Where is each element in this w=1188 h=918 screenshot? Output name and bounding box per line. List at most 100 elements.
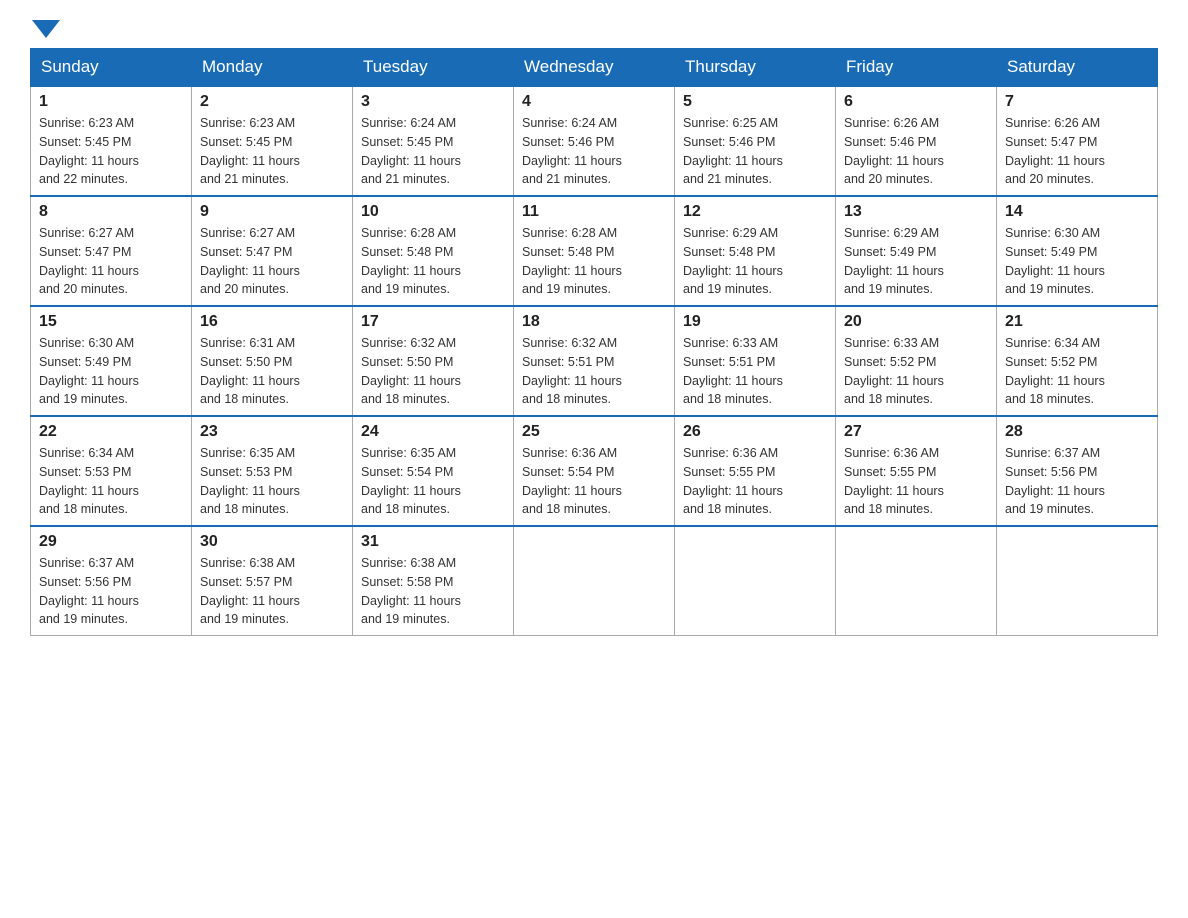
week-row-5: 29 Sunrise: 6:37 AMSunset: 5:56 PMDaylig… (31, 526, 1158, 636)
calendar-cell: 11 Sunrise: 6:28 AMSunset: 5:48 PMDaylig… (514, 196, 675, 306)
day-info: Sunrise: 6:36 AMSunset: 5:55 PMDaylight:… (844, 446, 944, 516)
day-info: Sunrise: 6:23 AMSunset: 5:45 PMDaylight:… (39, 116, 139, 186)
calendar-cell: 8 Sunrise: 6:27 AMSunset: 5:47 PMDayligh… (31, 196, 192, 306)
day-info: Sunrise: 6:27 AMSunset: 5:47 PMDaylight:… (200, 226, 300, 296)
logo (30, 20, 62, 38)
day-info: Sunrise: 6:37 AMSunset: 5:56 PMDaylight:… (1005, 446, 1105, 516)
day-number: 3 (361, 93, 505, 111)
day-number: 15 (39, 313, 183, 331)
calendar-cell: 28 Sunrise: 6:37 AMSunset: 5:56 PMDaylig… (997, 416, 1158, 526)
day-info: Sunrise: 6:32 AMSunset: 5:51 PMDaylight:… (522, 336, 622, 406)
day-info: Sunrise: 6:30 AMSunset: 5:49 PMDaylight:… (1005, 226, 1105, 296)
week-row-2: 8 Sunrise: 6:27 AMSunset: 5:47 PMDayligh… (31, 196, 1158, 306)
day-number: 4 (522, 93, 666, 111)
day-number: 7 (1005, 93, 1149, 111)
weekday-header-thursday: Thursday (675, 49, 836, 87)
calendar-cell: 29 Sunrise: 6:37 AMSunset: 5:56 PMDaylig… (31, 526, 192, 636)
day-info: Sunrise: 6:26 AMSunset: 5:46 PMDaylight:… (844, 116, 944, 186)
day-info: Sunrise: 6:30 AMSunset: 5:49 PMDaylight:… (39, 336, 139, 406)
day-info: Sunrise: 6:34 AMSunset: 5:53 PMDaylight:… (39, 446, 139, 516)
calendar-cell: 21 Sunrise: 6:34 AMSunset: 5:52 PMDaylig… (997, 306, 1158, 416)
day-info: Sunrise: 6:35 AMSunset: 5:53 PMDaylight:… (200, 446, 300, 516)
day-number: 22 (39, 423, 183, 441)
day-number: 27 (844, 423, 988, 441)
day-number: 16 (200, 313, 344, 331)
day-info: Sunrise: 6:38 AMSunset: 5:58 PMDaylight:… (361, 556, 461, 626)
day-number: 13 (844, 203, 988, 221)
day-number: 20 (844, 313, 988, 331)
day-info: Sunrise: 6:29 AMSunset: 5:49 PMDaylight:… (844, 226, 944, 296)
week-row-4: 22 Sunrise: 6:34 AMSunset: 5:53 PMDaylig… (31, 416, 1158, 526)
calendar-body: 1 Sunrise: 6:23 AMSunset: 5:45 PMDayligh… (31, 86, 1158, 636)
day-info: Sunrise: 6:28 AMSunset: 5:48 PMDaylight:… (361, 226, 461, 296)
weekday-header-row: SundayMondayTuesdayWednesdayThursdayFrid… (31, 49, 1158, 87)
day-number: 12 (683, 203, 827, 221)
calendar-table: SundayMondayTuesdayWednesdayThursdayFrid… (30, 48, 1158, 636)
day-info: Sunrise: 6:29 AMSunset: 5:48 PMDaylight:… (683, 226, 783, 296)
weekday-header-tuesday: Tuesday (353, 49, 514, 87)
calendar-cell: 3 Sunrise: 6:24 AMSunset: 5:45 PMDayligh… (353, 86, 514, 196)
day-info: Sunrise: 6:38 AMSunset: 5:57 PMDaylight:… (200, 556, 300, 626)
day-info: Sunrise: 6:24 AMSunset: 5:45 PMDaylight:… (361, 116, 461, 186)
week-row-1: 1 Sunrise: 6:23 AMSunset: 5:45 PMDayligh… (31, 86, 1158, 196)
logo-triangle-icon (32, 20, 60, 38)
day-number: 6 (844, 93, 988, 111)
day-info: Sunrise: 6:33 AMSunset: 5:52 PMDaylight:… (844, 336, 944, 406)
calendar-cell: 2 Sunrise: 6:23 AMSunset: 5:45 PMDayligh… (192, 86, 353, 196)
weekday-header-saturday: Saturday (997, 49, 1158, 87)
calendar-cell: 25 Sunrise: 6:36 AMSunset: 5:54 PMDaylig… (514, 416, 675, 526)
day-number: 31 (361, 533, 505, 551)
day-number: 23 (200, 423, 344, 441)
day-info: Sunrise: 6:28 AMSunset: 5:48 PMDaylight:… (522, 226, 622, 296)
weekday-header-sunday: Sunday (31, 49, 192, 87)
calendar-cell: 23 Sunrise: 6:35 AMSunset: 5:53 PMDaylig… (192, 416, 353, 526)
calendar-cell (514, 526, 675, 636)
day-info: Sunrise: 6:24 AMSunset: 5:46 PMDaylight:… (522, 116, 622, 186)
day-number: 10 (361, 203, 505, 221)
day-number: 30 (200, 533, 344, 551)
calendar-cell: 26 Sunrise: 6:36 AMSunset: 5:55 PMDaylig… (675, 416, 836, 526)
calendar-cell: 7 Sunrise: 6:26 AMSunset: 5:47 PMDayligh… (997, 86, 1158, 196)
day-number: 8 (39, 203, 183, 221)
day-number: 25 (522, 423, 666, 441)
calendar-cell: 31 Sunrise: 6:38 AMSunset: 5:58 PMDaylig… (353, 526, 514, 636)
day-number: 1 (39, 93, 183, 111)
calendar-cell: 30 Sunrise: 6:38 AMSunset: 5:57 PMDaylig… (192, 526, 353, 636)
day-info: Sunrise: 6:32 AMSunset: 5:50 PMDaylight:… (361, 336, 461, 406)
day-number: 5 (683, 93, 827, 111)
day-number: 2 (200, 93, 344, 111)
calendar-cell: 5 Sunrise: 6:25 AMSunset: 5:46 PMDayligh… (675, 86, 836, 196)
day-info: Sunrise: 6:33 AMSunset: 5:51 PMDaylight:… (683, 336, 783, 406)
calendar-cell (836, 526, 997, 636)
calendar-cell: 20 Sunrise: 6:33 AMSunset: 5:52 PMDaylig… (836, 306, 997, 416)
day-info: Sunrise: 6:25 AMSunset: 5:46 PMDaylight:… (683, 116, 783, 186)
calendar-cell: 9 Sunrise: 6:27 AMSunset: 5:47 PMDayligh… (192, 196, 353, 306)
day-info: Sunrise: 6:34 AMSunset: 5:52 PMDaylight:… (1005, 336, 1105, 406)
day-number: 18 (522, 313, 666, 331)
weekday-header-monday: Monday (192, 49, 353, 87)
calendar-cell: 4 Sunrise: 6:24 AMSunset: 5:46 PMDayligh… (514, 86, 675, 196)
day-number: 24 (361, 423, 505, 441)
calendar-cell: 24 Sunrise: 6:35 AMSunset: 5:54 PMDaylig… (353, 416, 514, 526)
calendar-cell: 13 Sunrise: 6:29 AMSunset: 5:49 PMDaylig… (836, 196, 997, 306)
day-number: 14 (1005, 203, 1149, 221)
calendar-cell: 19 Sunrise: 6:33 AMSunset: 5:51 PMDaylig… (675, 306, 836, 416)
calendar-cell: 18 Sunrise: 6:32 AMSunset: 5:51 PMDaylig… (514, 306, 675, 416)
day-number: 28 (1005, 423, 1149, 441)
day-number: 21 (1005, 313, 1149, 331)
day-info: Sunrise: 6:37 AMSunset: 5:56 PMDaylight:… (39, 556, 139, 626)
weekday-header-wednesday: Wednesday (514, 49, 675, 87)
calendar-cell: 27 Sunrise: 6:36 AMSunset: 5:55 PMDaylig… (836, 416, 997, 526)
day-number: 9 (200, 203, 344, 221)
day-info: Sunrise: 6:35 AMSunset: 5:54 PMDaylight:… (361, 446, 461, 516)
day-info: Sunrise: 6:26 AMSunset: 5:47 PMDaylight:… (1005, 116, 1105, 186)
day-info: Sunrise: 6:36 AMSunset: 5:54 PMDaylight:… (522, 446, 622, 516)
calendar-cell (675, 526, 836, 636)
calendar-cell: 15 Sunrise: 6:30 AMSunset: 5:49 PMDaylig… (31, 306, 192, 416)
day-number: 26 (683, 423, 827, 441)
page-header (30, 20, 1158, 38)
day-number: 17 (361, 313, 505, 331)
week-row-3: 15 Sunrise: 6:30 AMSunset: 5:49 PMDaylig… (31, 306, 1158, 416)
weekday-header-friday: Friday (836, 49, 997, 87)
day-number: 11 (522, 203, 666, 221)
